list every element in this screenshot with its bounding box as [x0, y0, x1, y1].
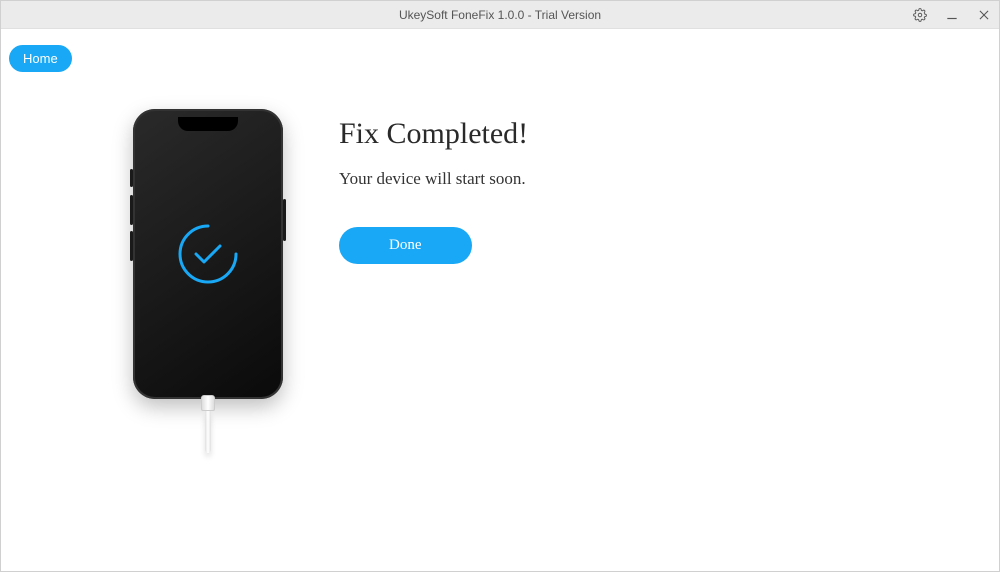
window-controls: [909, 4, 995, 26]
phone-illustration: [133, 109, 293, 399]
phone-side-button: [130, 169, 133, 187]
status-message: Your device will start soon.: [339, 169, 528, 189]
titlebar: UkeySoft FoneFix 1.0.0 - Trial Version: [1, 1, 999, 29]
window-title: UkeySoft FoneFix 1.0.0 - Trial Version: [399, 8, 601, 22]
close-icon[interactable]: [973, 4, 995, 26]
checkmark-icon: [176, 222, 240, 286]
page-title: Fix Completed!: [339, 117, 528, 151]
gear-icon[interactable]: [909, 4, 931, 26]
home-button[interactable]: Home: [9, 45, 72, 72]
cable-illustration: [197, 395, 219, 453]
phone-body: [133, 109, 283, 399]
main-content: Fix Completed! Your device will start so…: [133, 109, 528, 399]
status-panel: Fix Completed! Your device will start so…: [339, 109, 528, 264]
cable-wire: [205, 411, 211, 453]
done-button[interactable]: Done: [339, 227, 472, 264]
phone-side-button: [130, 231, 133, 261]
phone-side-button: [283, 199, 286, 241]
cable-plug: [201, 395, 215, 411]
minimize-icon[interactable]: [941, 4, 963, 26]
phone-side-button: [130, 195, 133, 225]
